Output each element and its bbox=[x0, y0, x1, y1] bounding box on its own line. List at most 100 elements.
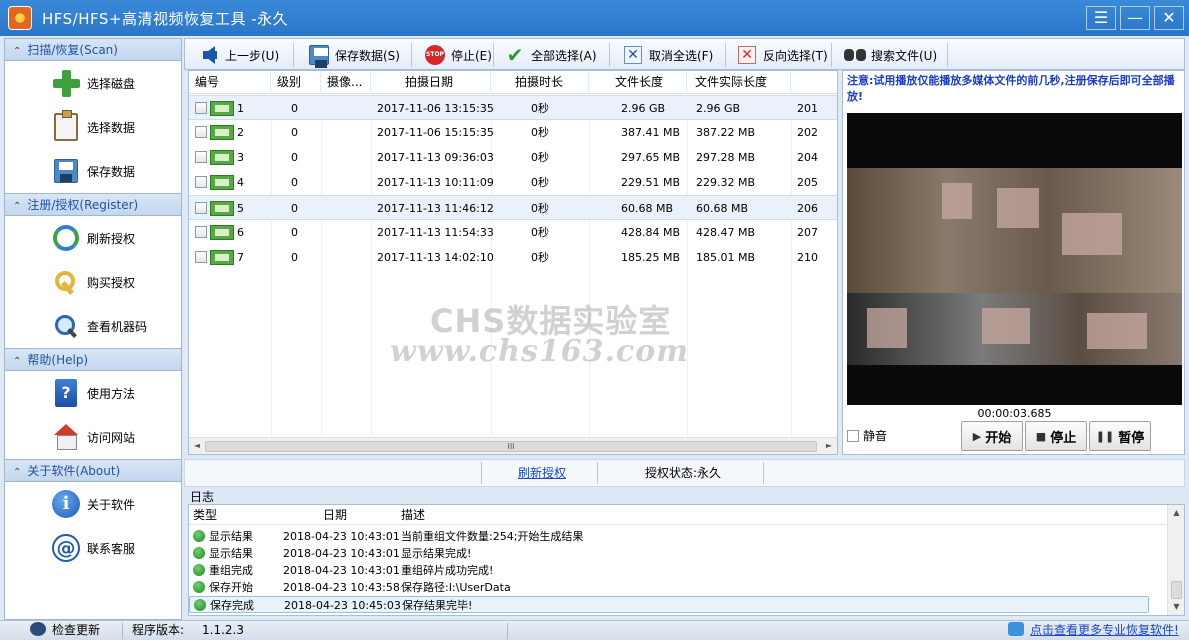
log-cell-type: 保存开始 bbox=[209, 581, 253, 594]
cell-level: 0 bbox=[291, 126, 298, 139]
hand-pointer-icon bbox=[1008, 622, 1024, 636]
log-row[interactable]: 显示结果 2018-04-23 10:43:01 显示结果完成! bbox=[189, 545, 1149, 562]
cell-extra: 210 bbox=[797, 251, 818, 264]
nav-view-machine-code[interactable]: 查看机器码 bbox=[5, 304, 181, 348]
green-plus-icon bbox=[51, 68, 81, 98]
section-about: i 关于软件 @ 联系客服 bbox=[5, 482, 181, 570]
col-id[interactable]: 编号 bbox=[189, 71, 271, 94]
nav-select-disk[interactable]: 选择磁盘 bbox=[5, 61, 181, 105]
log-table: 类型 日期 描述 显示结果 2018-04-23 10:43:01 当前重组文件数量… bbox=[188, 504, 1185, 616]
col-actual-size[interactable]: 文件实际长度 bbox=[687, 71, 791, 94]
more-software-link[interactable]: 点击查看更多专业恢复软件! bbox=[1008, 621, 1179, 640]
nav-save-data[interactable]: 保存数据 bbox=[5, 149, 181, 193]
check-update-button[interactable]: 检查更新 bbox=[30, 621, 100, 640]
col-date[interactable]: 拍摄日期 bbox=[371, 71, 491, 94]
stop-play-button[interactable]: ■ 停止 bbox=[1025, 421, 1087, 451]
table-row[interactable]: 3 0 2017-11-13 09:36:03 0秒 297.65 MB 297.28 M… bbox=[189, 145, 837, 170]
cell-extra: 207 bbox=[797, 226, 818, 239]
video-file-icon bbox=[210, 250, 234, 265]
section-header-about[interactable]: ⌃ 关于软件(About) bbox=[5, 460, 181, 482]
collapse-chevron-icon: ⌃ bbox=[13, 356, 22, 367]
log-row[interactable]: 重组完成 2018-04-23 10:43:01 重组碎片成功完成! bbox=[189, 562, 1149, 579]
nav-about-software[interactable]: i 关于软件 bbox=[5, 482, 181, 526]
row-checkbox[interactable] bbox=[195, 126, 207, 138]
log-cell-type: 重组完成 bbox=[209, 564, 253, 577]
section-header-scan[interactable]: ⌃ 扫描/恢复(Scan) bbox=[5, 39, 181, 61]
help-book-icon: ? bbox=[51, 378, 81, 408]
log-cell-date: 2018-04-23 10:43:01 bbox=[283, 530, 400, 543]
nav-usage[interactable]: ? 使用方法 bbox=[5, 371, 181, 415]
row-checkbox[interactable] bbox=[195, 251, 207, 263]
nav-visit-website[interactable]: 访问网站 bbox=[5, 415, 181, 459]
log-cell-type: 显示结果 bbox=[209, 530, 253, 543]
row-checkbox[interactable] bbox=[195, 102, 207, 114]
log-cell-date: 2018-04-23 10:43:01 bbox=[283, 547, 400, 560]
nav-refresh-license[interactable]: 刷新授权 bbox=[5, 216, 181, 260]
table-row[interactable]: 4 0 2017-11-13 10:11:09 0秒 229.51 MB 229.32 M… bbox=[189, 170, 837, 195]
mute-checkbox[interactable]: 静音 bbox=[847, 427, 887, 444]
collapse-chevron-icon: ⌃ bbox=[13, 46, 22, 57]
col-duration[interactable]: 拍摄时长 bbox=[491, 71, 589, 94]
save-data-button[interactable]: 保存数据(S) bbox=[303, 42, 404, 68]
row-checkbox[interactable] bbox=[195, 226, 207, 238]
log-col-type[interactable]: 类型 bbox=[193, 505, 217, 525]
log-row[interactable]: 保存开始 2018-04-23 10:43:58 保存路径:I:\UserData bbox=[189, 579, 1149, 596]
section-header-help[interactable]: ⌃ 帮助(Help) bbox=[5, 349, 181, 371]
select-all-button[interactable]: ✔ 全部选择(A) bbox=[499, 42, 601, 68]
minimize-button[interactable]: — bbox=[1120, 6, 1150, 30]
binoculars-icon bbox=[843, 44, 867, 66]
back-button[interactable]: 上一步(U) bbox=[193, 42, 283, 68]
scroll-thumb[interactable]: III bbox=[205, 441, 817, 452]
log-row[interactable]: 显示结果 2018-04-23 10:43:01 当前重组文件数量:254;开始生成… bbox=[189, 528, 1149, 545]
cell-date: 2017-11-13 14:02:10 bbox=[377, 251, 494, 264]
play-button[interactable]: ▶ 开始 bbox=[961, 421, 1023, 451]
scroll-up-icon[interactable]: ▲ bbox=[1168, 506, 1184, 520]
cell-date: 2017-11-13 10:11:09 bbox=[377, 176, 494, 189]
cell-id: 6 bbox=[237, 226, 244, 239]
table-row[interactable]: 1 0 2017-11-06 13:15:35 0秒 2.96 GB 2.96 GB 201 bbox=[189, 95, 837, 120]
refresh-license-link[interactable]: 刷新授权 bbox=[518, 460, 566, 486]
log-col-desc[interactable]: 描述 bbox=[401, 505, 425, 525]
scroll-right-icon[interactable]: ► bbox=[822, 439, 836, 453]
search-files-button[interactable]: 搜索文件(U) bbox=[839, 42, 941, 68]
nav-select-data[interactable]: 选择数据 bbox=[5, 105, 181, 149]
invert-select-button[interactable]: ✕ 反向选择(T) bbox=[731, 42, 832, 68]
pause-button[interactable]: ❚❚ 暂停 bbox=[1089, 421, 1151, 451]
col-size[interactable]: 文件长度 bbox=[589, 71, 687, 94]
deselect-all-button[interactable]: ✕ 取消全选(F) bbox=[617, 42, 717, 68]
table-row[interactable]: 7 0 2017-11-13 14:02:10 0秒 185.25 MB 185.01 M… bbox=[189, 245, 837, 270]
table-row[interactable]: 2 0 2017-11-06 15:15:35 0秒 387.41 MB 387.22 M… bbox=[189, 120, 837, 145]
cell-size: 60.68 MB bbox=[621, 202, 674, 215]
close-button[interactable]: ✕ bbox=[1154, 6, 1184, 30]
log-row[interactable]: 保存完成 2018-04-23 10:45:03 保存结果完毕! bbox=[189, 596, 1149, 613]
nav-contact-support[interactable]: @ 联系客服 bbox=[5, 526, 181, 570]
trial-notice: 注意:试用播放仅能播放多媒体文件的前几秒,注册保存后即可全部播放! bbox=[847, 74, 1175, 103]
menu-button[interactable]: ☰ bbox=[1086, 6, 1116, 30]
col-camera[interactable]: 摄像... bbox=[321, 71, 371, 94]
stop-button[interactable]: STOP 停止(E) bbox=[419, 42, 496, 68]
window-title: HFS/HFS+高清视频恢复工具 -永久 bbox=[42, 10, 289, 28]
row-checkbox[interactable] bbox=[195, 202, 207, 214]
log-header: 类型 日期 描述 bbox=[189, 505, 1169, 525]
horizontal-scrollbar[interactable]: ◄ III ► bbox=[189, 437, 837, 454]
nav-buy-license[interactable]: 购买授权 bbox=[5, 260, 181, 304]
scroll-left-icon[interactable]: ◄ bbox=[190, 439, 204, 453]
row-checkbox[interactable] bbox=[195, 151, 207, 163]
log-scroll-thumb[interactable] bbox=[1171, 581, 1182, 599]
section-header-register[interactable]: ⌃ 注册/授权(Register) bbox=[5, 194, 181, 216]
video-file-icon bbox=[210, 125, 234, 140]
row-checkbox[interactable] bbox=[195, 176, 207, 188]
col-level[interactable]: 级别 bbox=[271, 71, 321, 94]
back-arrow-icon bbox=[197, 44, 221, 66]
scroll-down-icon[interactable]: ▼ bbox=[1168, 600, 1184, 614]
table-row[interactable]: 6 0 2017-11-13 11:54:33 0秒 428.84 MB 428.47 M… bbox=[189, 220, 837, 245]
table-row[interactable]: 5 0 2017-11-13 11:46:12 0秒 60.68 MB 60.68 MB 2… bbox=[189, 195, 837, 220]
video-preview[interactable] bbox=[847, 113, 1182, 405]
pause-icon: ❚❚ bbox=[1095, 429, 1115, 443]
log-vertical-scrollbar[interactable]: ▲ ▼ bbox=[1167, 505, 1184, 615]
version-value: 1.1.2.3 bbox=[202, 623, 244, 637]
cell-actual: 297.28 MB bbox=[696, 151, 756, 164]
log-col-date[interactable]: 日期 bbox=[323, 505, 347, 525]
cell-level: 0 bbox=[291, 176, 298, 189]
video-file-icon bbox=[210, 175, 234, 190]
